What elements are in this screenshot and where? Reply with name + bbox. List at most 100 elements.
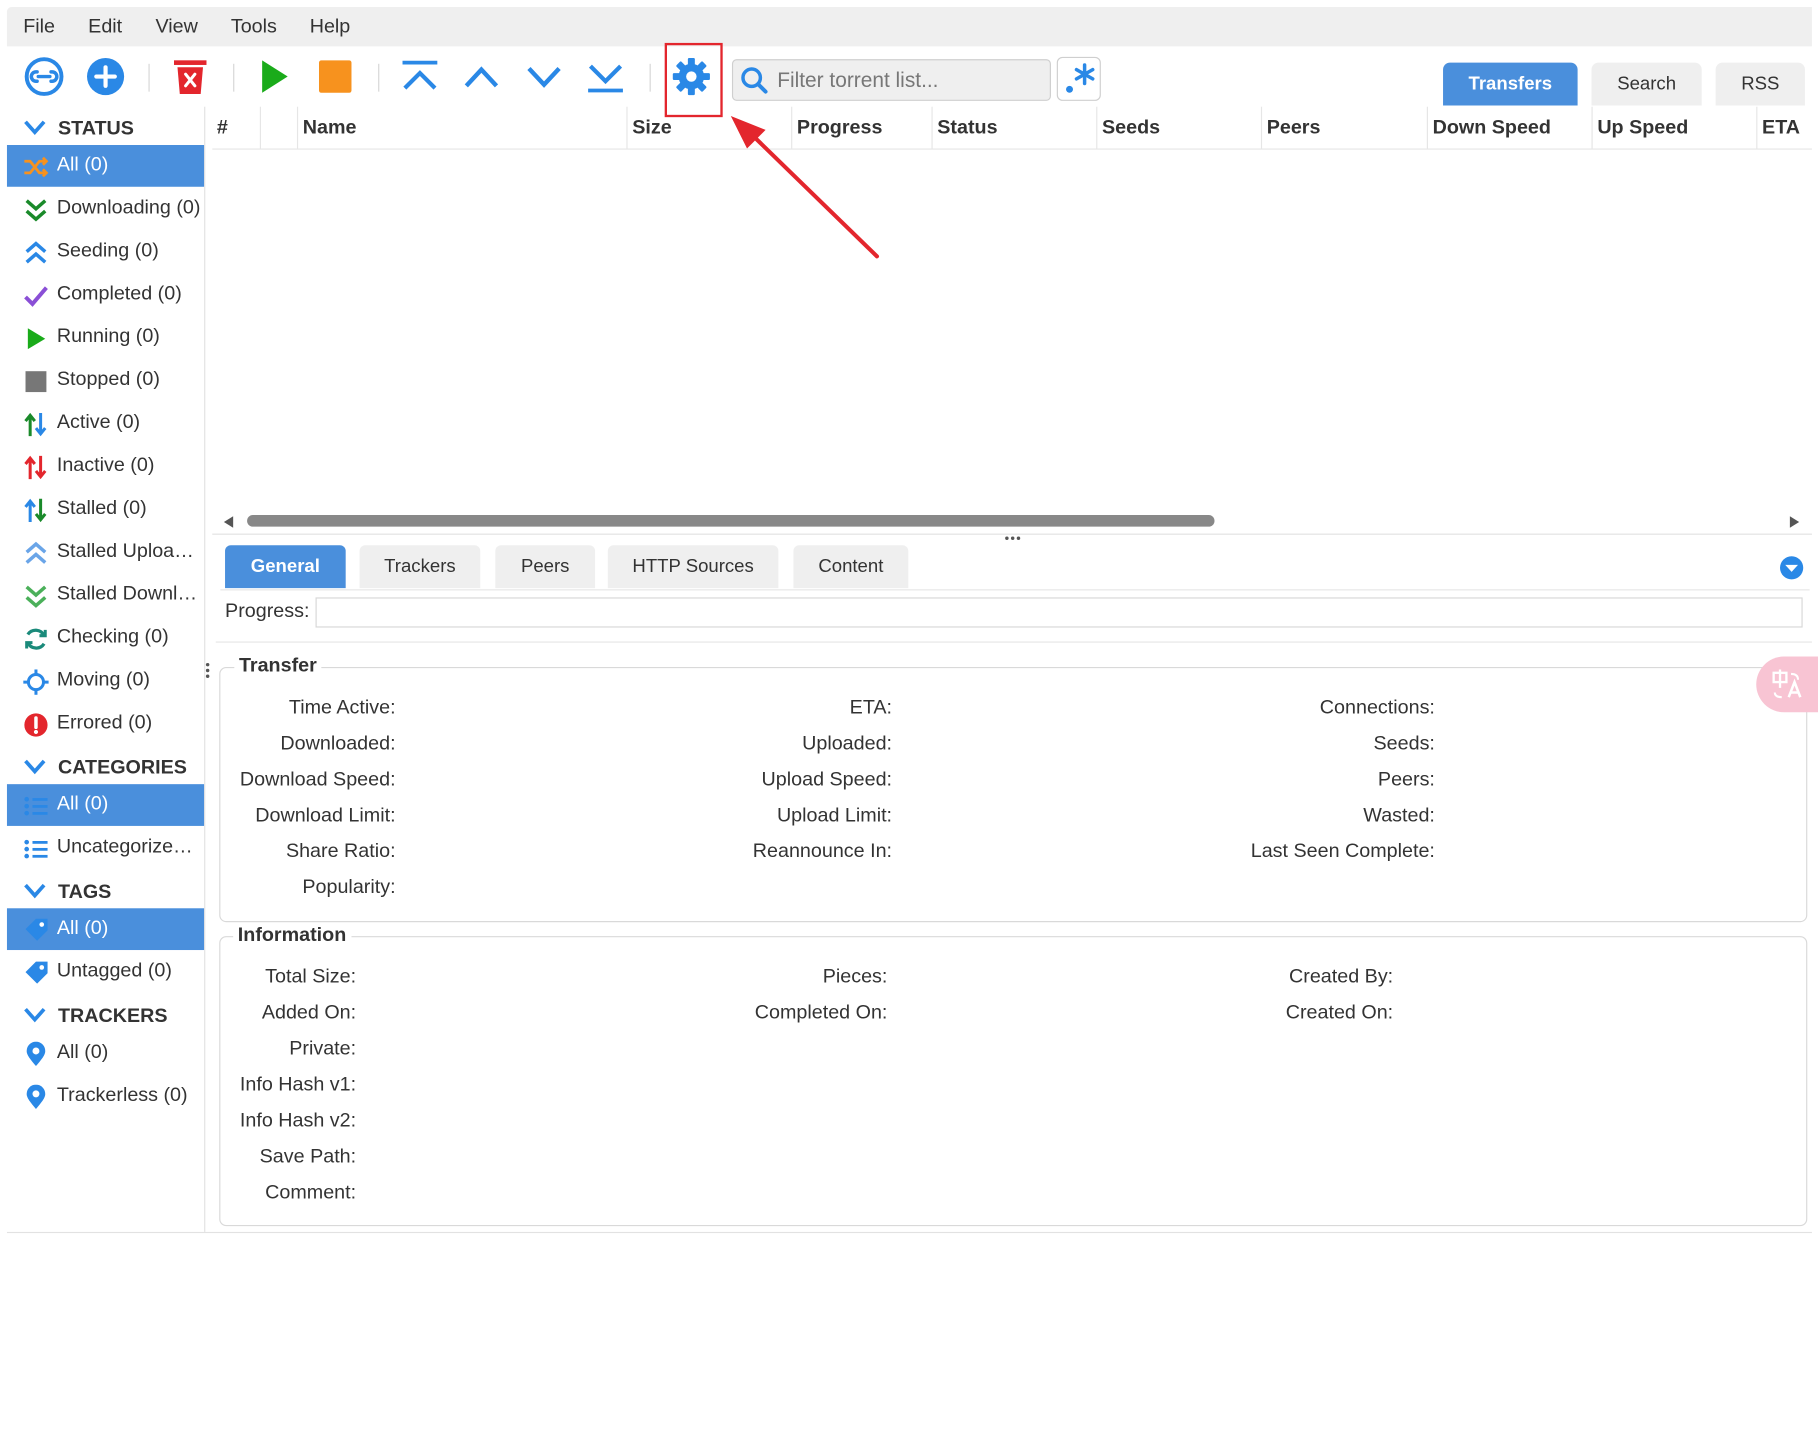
chevron-down-icon <box>24 120 46 136</box>
menu-help[interactable]: Help <box>310 15 351 38</box>
sidebar: STATUS All (0) Downloading (0) Seeding (… <box>6 107 205 1232</box>
private-label: Private: <box>289 1037 357 1060</box>
move-top-button[interactable] <box>397 53 443 99</box>
regex-icon <box>1066 63 1095 93</box>
map-pin-icon <box>26 1041 46 1067</box>
sidebar-item-active[interactable]: Active (0) <box>7 403 204 445</box>
sidebar-item-all[interactable]: All (0) <box>6 145 205 187</box>
sidebar-item-stalled-downloading[interactable]: Stalled Downloading (0) <box>7 574 204 616</box>
chevron-down-icon <box>24 883 46 899</box>
sidebar-item-completed[interactable]: Completed (0) <box>7 274 204 316</box>
chevron-down-icon <box>24 759 46 775</box>
column-header-status[interactable]: Status <box>931 106 1097 149</box>
sidebar-item-uncategorized[interactable]: Uncategorized (0) <box>7 827 204 869</box>
trackers-header[interactable]: TRACKERS <box>7 996 204 1033</box>
transfer-legend: Transfer <box>234 654 322 678</box>
tab-http-sources[interactable]: HTTP Sources <box>607 545 779 589</box>
tab-search[interactable]: Search <box>1591 62 1702 106</box>
translate-bubble[interactable] <box>1756 656 1818 713</box>
filter-box <box>731 59 1051 101</box>
sidebar-item-moving[interactable]: Moving (0) <box>7 660 204 702</box>
sidebar-item-seeding[interactable]: Seeding (0) <box>7 231 204 273</box>
menu-view[interactable]: View <box>155 15 197 38</box>
regex-toggle-button[interactable] <box>1056 56 1101 101</box>
move-top-icon <box>402 60 438 90</box>
created-by-label: Created By: <box>1289 965 1394 988</box>
column-header-peers[interactable]: Peers <box>1260 106 1428 149</box>
sidebar-item-checking[interactable]: Checking (0) <box>7 617 204 659</box>
sidebar-item-trackerless[interactable]: Trackerless (0) <box>7 1075 204 1117</box>
scroll-left-icon[interactable] <box>223 515 235 529</box>
torrent-table-header: # Name Size Progress Status Seeds Peers … <box>212 106 1813 150</box>
peers-label: Peers: <box>1377 767 1435 790</box>
information-section <box>219 936 1808 1227</box>
column-header-state[interactable] <box>259 106 298 149</box>
status-header[interactable]: STATUS <box>7 109 204 146</box>
popularity-label: Popularity: <box>302 875 396 898</box>
collapse-panel-icon[interactable] <box>1779 556 1804 580</box>
tags-header[interactable]: TAGS <box>7 872 204 909</box>
downloaded-label: Downloaded: <box>280 731 396 754</box>
menu-edit[interactable]: Edit <box>88 15 122 38</box>
move-down-button[interactable] <box>521 53 567 99</box>
tab-trackers[interactable]: Trackers <box>359 545 481 589</box>
scrollbar-thumb[interactable] <box>247 515 1215 527</box>
panel-splitter[interactable] <box>212 533 1812 535</box>
progress-label: Progress: <box>225 599 310 622</box>
plus-circle-icon <box>87 58 125 96</box>
sidebar-item-untagged[interactable]: Untagged (0) <box>7 951 204 993</box>
upload-chevrons-icon <box>25 241 47 264</box>
uploaded-label: Uploaded: <box>802 731 893 754</box>
sidebar-item-tracker-all[interactable]: All (0) <box>7 1032 204 1074</box>
sidebar-item-category-all[interactable]: All (0) <box>6 784 205 826</box>
add-torrent-button[interactable] <box>82 53 128 99</box>
menu-tools[interactable]: Tools <box>231 15 277 38</box>
tab-rss[interactable]: RSS <box>1715 62 1805 106</box>
move-up-button[interactable] <box>458 53 504 99</box>
sidebar-item-inactive[interactable]: Inactive (0) <box>7 445 204 487</box>
tab-content[interactable]: Content <box>793 545 909 589</box>
column-header-up-speed[interactable]: Up Speed <box>1591 106 1758 149</box>
tab-transfers[interactable]: Transfers <box>1443 62 1578 106</box>
sidebar-item-stalled[interactable]: Stalled (0) <box>7 488 204 530</box>
column-header-down-speed[interactable]: Down Speed <box>1426 106 1593 149</box>
sidebar-item-running[interactable]: Running (0) <box>7 317 204 359</box>
column-header-number[interactable]: # <box>212 107 260 149</box>
save-path-label: Save Path: <box>259 1144 357 1167</box>
translate-icon <box>1772 669 1802 699</box>
sidebar-item-errored[interactable]: Errored (0) <box>7 703 204 745</box>
sidebar-item-downloading[interactable]: Downloading (0) <box>7 188 204 230</box>
horizontal-scrollbar[interactable] <box>220 513 1805 529</box>
scroll-right-icon[interactable] <box>1789 515 1801 529</box>
categories-header[interactable]: CATEGORIES <box>7 748 204 785</box>
sidebar-resize-handle[interactable] <box>205 662 210 679</box>
checkmark-icon <box>24 286 48 307</box>
start-button[interactable] <box>251 53 297 99</box>
filter-input[interactable] <box>774 62 1047 98</box>
completed-on-label: Completed On: <box>754 1001 888 1024</box>
delete-button[interactable] <box>167 53 213 99</box>
sidebar-item-stopped[interactable]: Stopped (0) <box>7 360 204 402</box>
splitter-grip-icon[interactable] <box>1005 536 1021 541</box>
download-limit-label: Download Limit: <box>255 803 396 826</box>
reannounce-in-label: Reannounce In: <box>752 839 893 862</box>
stop-icon <box>25 371 47 393</box>
transfer-section <box>219 667 1808 923</box>
add-link-button[interactable] <box>21 53 67 99</box>
menu-file[interactable]: File <box>23 15 55 38</box>
map-pin-icon <box>26 1084 46 1109</box>
move-bottom-icon <box>588 64 623 93</box>
sidebar-item-stalled-uploading[interactable]: Stalled Uploading (0) <box>7 531 204 573</box>
stop-button[interactable] <box>312 53 358 99</box>
tab-peers[interactable]: Peers <box>495 545 596 589</box>
column-header-eta[interactable]: ETA <box>1756 106 1813 149</box>
sidebar-item-tag-all[interactable]: All (0) <box>6 908 205 951</box>
column-header-name[interactable]: Name <box>296 106 628 149</box>
play-icon <box>262 60 288 93</box>
column-header-seeds[interactable]: Seeds <box>1096 106 1262 149</box>
move-bottom-button[interactable] <box>582 53 628 99</box>
share-ratio-label: Share Ratio: <box>285 839 396 862</box>
upload-limit-label: Upload Limit: <box>776 803 893 826</box>
tag-icon <box>25 918 48 941</box>
tab-general[interactable]: General <box>225 545 346 589</box>
